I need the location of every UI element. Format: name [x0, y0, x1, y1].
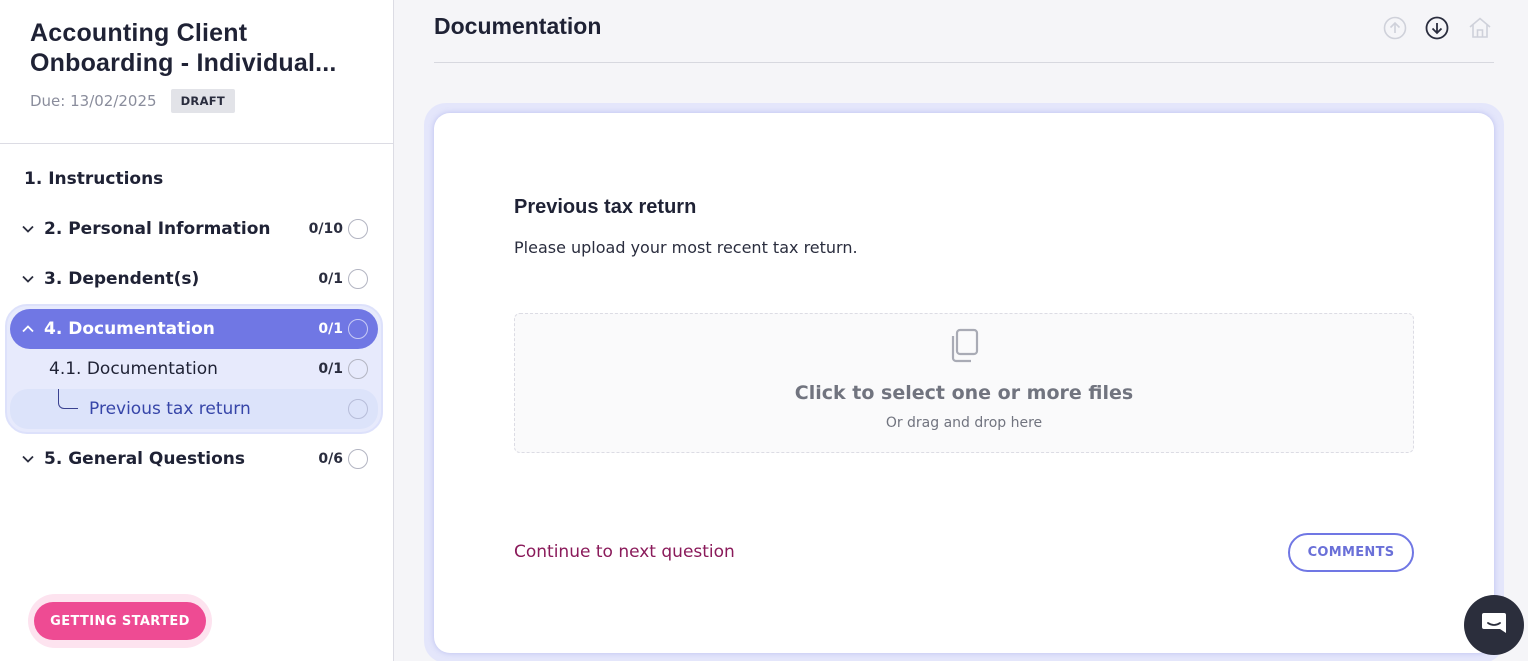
progress-count: 0/10 — [308, 221, 343, 237]
sidebar-item-label: 3. Dependent(s) — [44, 269, 200, 289]
due-date: Due: 13/02/2025 — [30, 92, 157, 110]
page-title: Documentation — [434, 13, 602, 39]
comments-button[interactable]: COMMENTS — [1288, 533, 1414, 572]
sidebar-item-documentation[interactable]: 4. Documentation 0/1 — [10, 309, 378, 349]
due-row: Due: 13/02/2025 DRAFT — [30, 89, 236, 113]
sidebar-item-instructions[interactable]: 1. Instructions — [10, 159, 378, 199]
sidebar-item-general-questions[interactable]: 5. General Questions 0/6 — [10, 439, 378, 479]
sidebar-item-personal-information[interactable]: 2. Personal Information 0/10 — [10, 209, 378, 249]
chevron-down-icon[interactable] — [18, 449, 38, 469]
sidebar-divider — [0, 143, 393, 144]
file-dropzone[interactable]: Click to select one or more files Or dra… — [514, 313, 1414, 453]
progress-count: 0/1 — [318, 361, 343, 377]
main-header: Documentation — [434, 0, 1494, 63]
copy-files-icon — [947, 328, 981, 364]
chevron-up-icon[interactable] — [18, 319, 38, 339]
status-circle-icon — [348, 219, 368, 239]
sidebar-item-label: Previous tax return — [89, 399, 251, 419]
arrow-up-circle-icon[interactable] — [1382, 15, 1408, 41]
sidebar-item-label: 5. General Questions — [44, 449, 245, 469]
home-icon[interactable] — [1467, 15, 1493, 41]
status-circle-icon — [348, 269, 368, 289]
sidebar-item-label: 1. Instructions — [24, 169, 164, 189]
tree-connector — [58, 389, 78, 409]
question-description: Please upload your most recent tax retur… — [514, 238, 858, 257]
form-title: Accounting Client Onboarding - Individua… — [30, 19, 337, 77]
dropzone-main-text: Click to select one or more files — [794, 382, 1134, 404]
status-circle-icon — [348, 319, 368, 339]
status-circle-icon — [348, 359, 368, 379]
dropzone-sub-text: Or drag and drop here — [885, 415, 1043, 431]
sidebar-item-label: 2. Personal Information — [44, 219, 271, 239]
sidebar-subitem-documentation[interactable]: 4.1. Documentation 0/1 — [10, 349, 378, 389]
progress-count: 0/1 — [318, 321, 343, 337]
status-circle-icon — [348, 449, 368, 469]
arrow-down-circle-icon[interactable] — [1424, 15, 1450, 41]
sidebar: Accounting Client Onboarding - Individua… — [0, 0, 394, 661]
question-title: Previous tax return — [514, 196, 697, 218]
status-badge: DRAFT — [170, 89, 236, 113]
sidebar-item-label: 4.1. Documentation — [49, 359, 218, 379]
getting-started-wrap: GETTING STARTED — [28, 594, 212, 648]
chat-launcher-button[interactable] — [1464, 595, 1524, 655]
question-card: Previous tax return Please upload your m… — [434, 113, 1494, 653]
sidebar-item-dependents[interactable]: 3. Dependent(s) 0/1 — [10, 259, 378, 299]
getting-started-button[interactable]: GETTING STARTED — [34, 602, 206, 640]
progress-count: 0/1 — [318, 271, 343, 287]
chevron-down-icon[interactable] — [18, 269, 38, 289]
sidebar-item-label: 4. Documentation — [44, 319, 215, 339]
status-circle-icon — [348, 399, 368, 419]
continue-next-question-link[interactable]: Continue to next question — [514, 542, 735, 562]
progress-count: 0/6 — [318, 451, 343, 467]
chat-icon — [1480, 610, 1508, 640]
chevron-down-icon[interactable] — [18, 219, 38, 239]
